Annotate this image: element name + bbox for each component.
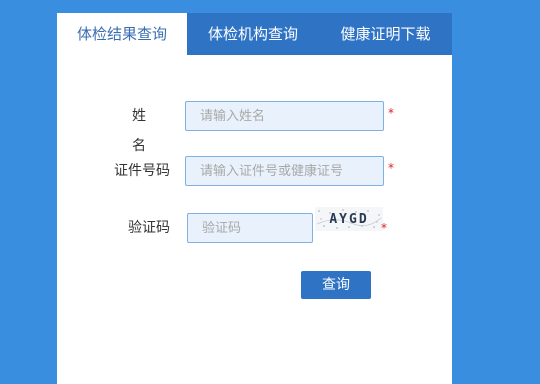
- tab-exam-result-query[interactable]: 体检结果查询: [57, 13, 187, 55]
- query-button[interactable]: 查询: [301, 271, 371, 299]
- tab-health-certificate-download[interactable]: 健康证明下载: [319, 13, 452, 55]
- id-row: 证件号码 *: [57, 156, 452, 186]
- name-row: 姓 名 *: [57, 101, 452, 154]
- required-mark: *: [381, 221, 387, 235]
- captcha-image[interactable]: AYGD: [315, 207, 383, 231]
- id-number-input[interactable]: [185, 156, 384, 186]
- required-mark: *: [388, 161, 394, 175]
- required-mark: *: [388, 106, 394, 120]
- tab-bar: 体检结果查询 体检机构查询 健康证明下载: [57, 13, 452, 55]
- captcha-row: 验证码 AYGD *: [57, 207, 452, 243]
- id-number-label: 证件号码: [114, 163, 170, 179]
- tab-exam-institution-query[interactable]: 体检机构查询: [187, 13, 319, 55]
- name-input[interactable]: [185, 101, 384, 131]
- name-label: 姓 名: [132, 108, 170, 154]
- query-panel: 体检结果查询 体检机构查询 健康证明下载 姓 名 * 证件号码 * 验证码: [57, 13, 452, 384]
- captcha-text: AYGD: [329, 212, 368, 227]
- captcha-label: 验证码: [128, 220, 170, 236]
- captcha-input[interactable]: [187, 213, 313, 243]
